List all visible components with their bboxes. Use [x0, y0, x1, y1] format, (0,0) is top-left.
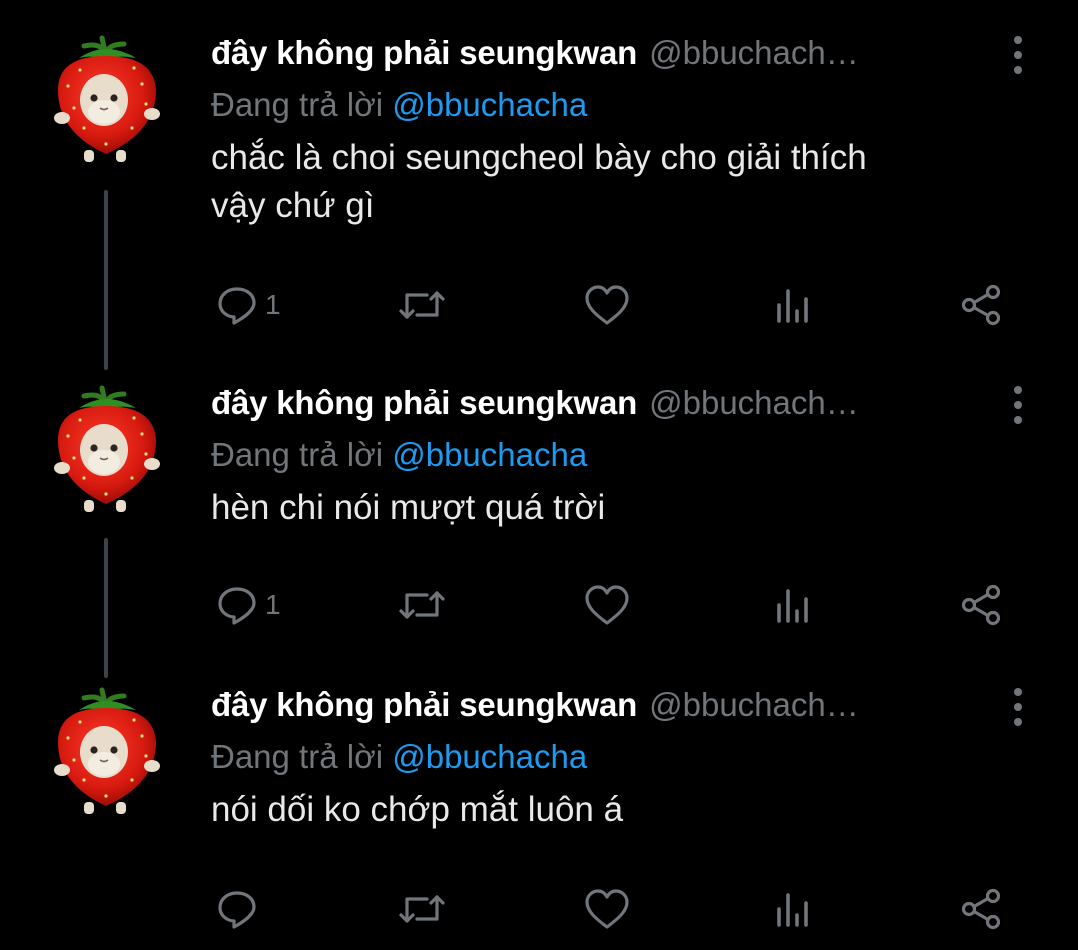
reply-prefix: Đang trả lời — [211, 436, 384, 473]
reply-count: 1 — [265, 289, 281, 320]
like-icon — [585, 585, 629, 625]
user-handle[interactable]: @bbuchach… — [649, 34, 859, 72]
reply-mention-link[interactable]: @bbuchacha — [392, 738, 587, 775]
reply-prefix: Đang trả lời — [211, 738, 384, 775]
views-icon — [777, 893, 808, 927]
reply-button[interactable]: 1 — [215, 280, 281, 330]
tweet-actions — [211, 884, 1011, 934]
avatar-strawberry-cat[interactable] — [44, 28, 172, 170]
reply-icon — [218, 587, 256, 625]
tweet-text-line: hèn chi nói mượt quá trời — [211, 488, 606, 527]
retweet-icon — [399, 895, 445, 923]
reply-prefix: Đang trả lời — [211, 86, 384, 123]
reply-button[interactable] — [215, 884, 259, 934]
avatar-strawberry-cat[interactable] — [44, 378, 172, 520]
like-button[interactable] — [583, 280, 631, 330]
tweet-actions: 1 — [211, 580, 1011, 630]
views-icon — [777, 589, 808, 623]
display-name[interactable]: đây không phải seungkwan — [211, 34, 637, 72]
share-icon — [961, 284, 1001, 326]
thread-connector — [104, 538, 108, 678]
views-button[interactable] — [773, 280, 813, 330]
reply-context: Đang trả lời @bbuchacha — [211, 432, 1038, 478]
reply-mention-link[interactable]: @bbuchacha — [392, 86, 587, 123]
tweet-text: chắc là choi seungcheol bày cho giải thí… — [211, 134, 1038, 230]
reply-count: 1 — [265, 589, 281, 620]
share-icon — [961, 584, 1001, 626]
user-handle[interactable]: @bbuchach… — [649, 686, 859, 724]
retweet-icon — [399, 291, 445, 319]
tweet-text: nói dối ko chớp mắt luôn á — [211, 786, 1038, 834]
retweet-button[interactable] — [397, 580, 447, 630]
like-icon — [585, 889, 629, 929]
like-icon — [585, 285, 629, 325]
thread-connector — [104, 190, 108, 370]
reply-icon — [218, 287, 256, 325]
retweet-button[interactable] — [397, 884, 447, 934]
share-icon — [961, 888, 1001, 930]
reply-mention-link[interactable]: @bbuchacha — [392, 436, 587, 473]
share-button[interactable] — [959, 280, 1003, 330]
views-button[interactable] — [773, 884, 813, 934]
tweet-text-line: nói dối ko chớp mắt luôn á — [211, 790, 624, 829]
user-handle[interactable]: @bbuchach… — [649, 384, 859, 422]
views-button[interactable] — [773, 580, 813, 630]
like-button[interactable] — [583, 884, 631, 934]
more-icon[interactable] — [1012, 386, 1024, 424]
like-button[interactable] — [583, 580, 631, 630]
views-icon — [777, 289, 808, 323]
display-name[interactable]: đây không phải seungkwan — [211, 384, 637, 422]
reply-button[interactable]: 1 — [215, 580, 281, 630]
share-button[interactable] — [959, 580, 1003, 630]
avatar-strawberry-cat[interactable] — [44, 680, 172, 822]
reply-icon — [218, 891, 256, 929]
tweet-text-line: chắc là choi seungcheol bày cho giải thí… — [211, 138, 867, 177]
more-icon[interactable] — [1012, 36, 1024, 74]
display-name[interactable]: đây không phải seungkwan — [211, 686, 637, 724]
more-icon[interactable] — [1012, 688, 1024, 726]
retweet-icon — [399, 591, 445, 619]
retweet-button[interactable] — [397, 280, 447, 330]
tweet-text: hèn chi nói mượt quá trời — [211, 484, 1038, 532]
reply-context: Đang trả lời @bbuchacha — [211, 734, 1038, 780]
reply-context: Đang trả lời @bbuchacha — [211, 82, 1038, 128]
tweet-text-line: vậy chứ gì — [211, 186, 375, 225]
tweet-actions: 1 — [211, 280, 1011, 330]
share-button[interactable] — [959, 884, 1003, 934]
